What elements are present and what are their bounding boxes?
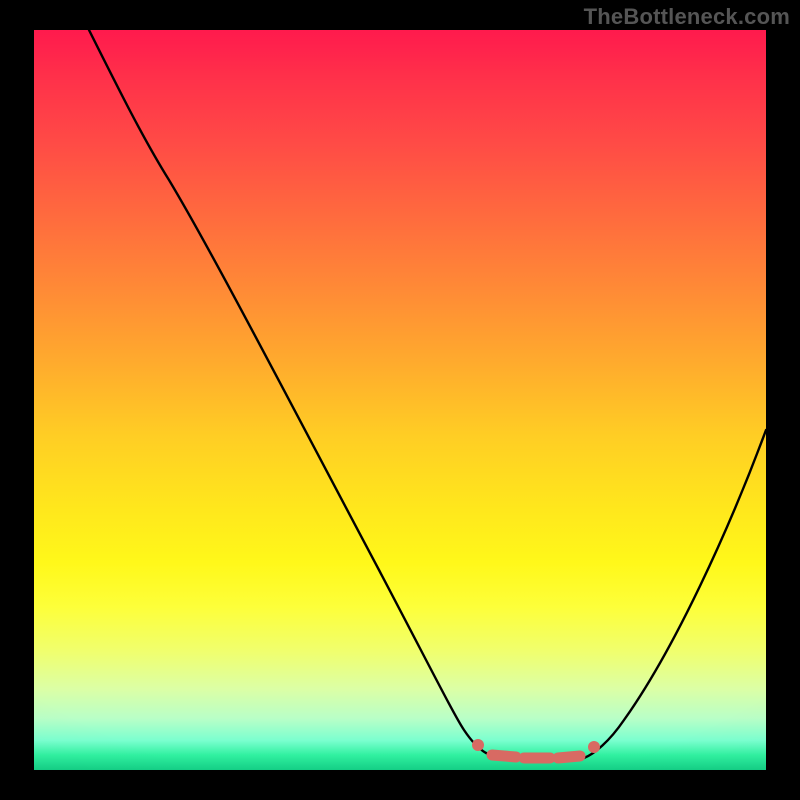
chart-frame: TheBottleneck.com [0,0,800,800]
optimal-range-start-dot [472,739,484,751]
optimal-range-dash-3 [558,756,580,758]
optimal-range-end-dot [588,741,600,753]
bottleneck-curve-svg [34,30,766,770]
curve-left-limb [89,30,486,753]
curve-right-limb [584,430,766,758]
watermark-text: TheBottleneck.com [584,4,790,30]
plot-area [34,30,766,770]
optimal-range-dash-1 [492,755,516,757]
